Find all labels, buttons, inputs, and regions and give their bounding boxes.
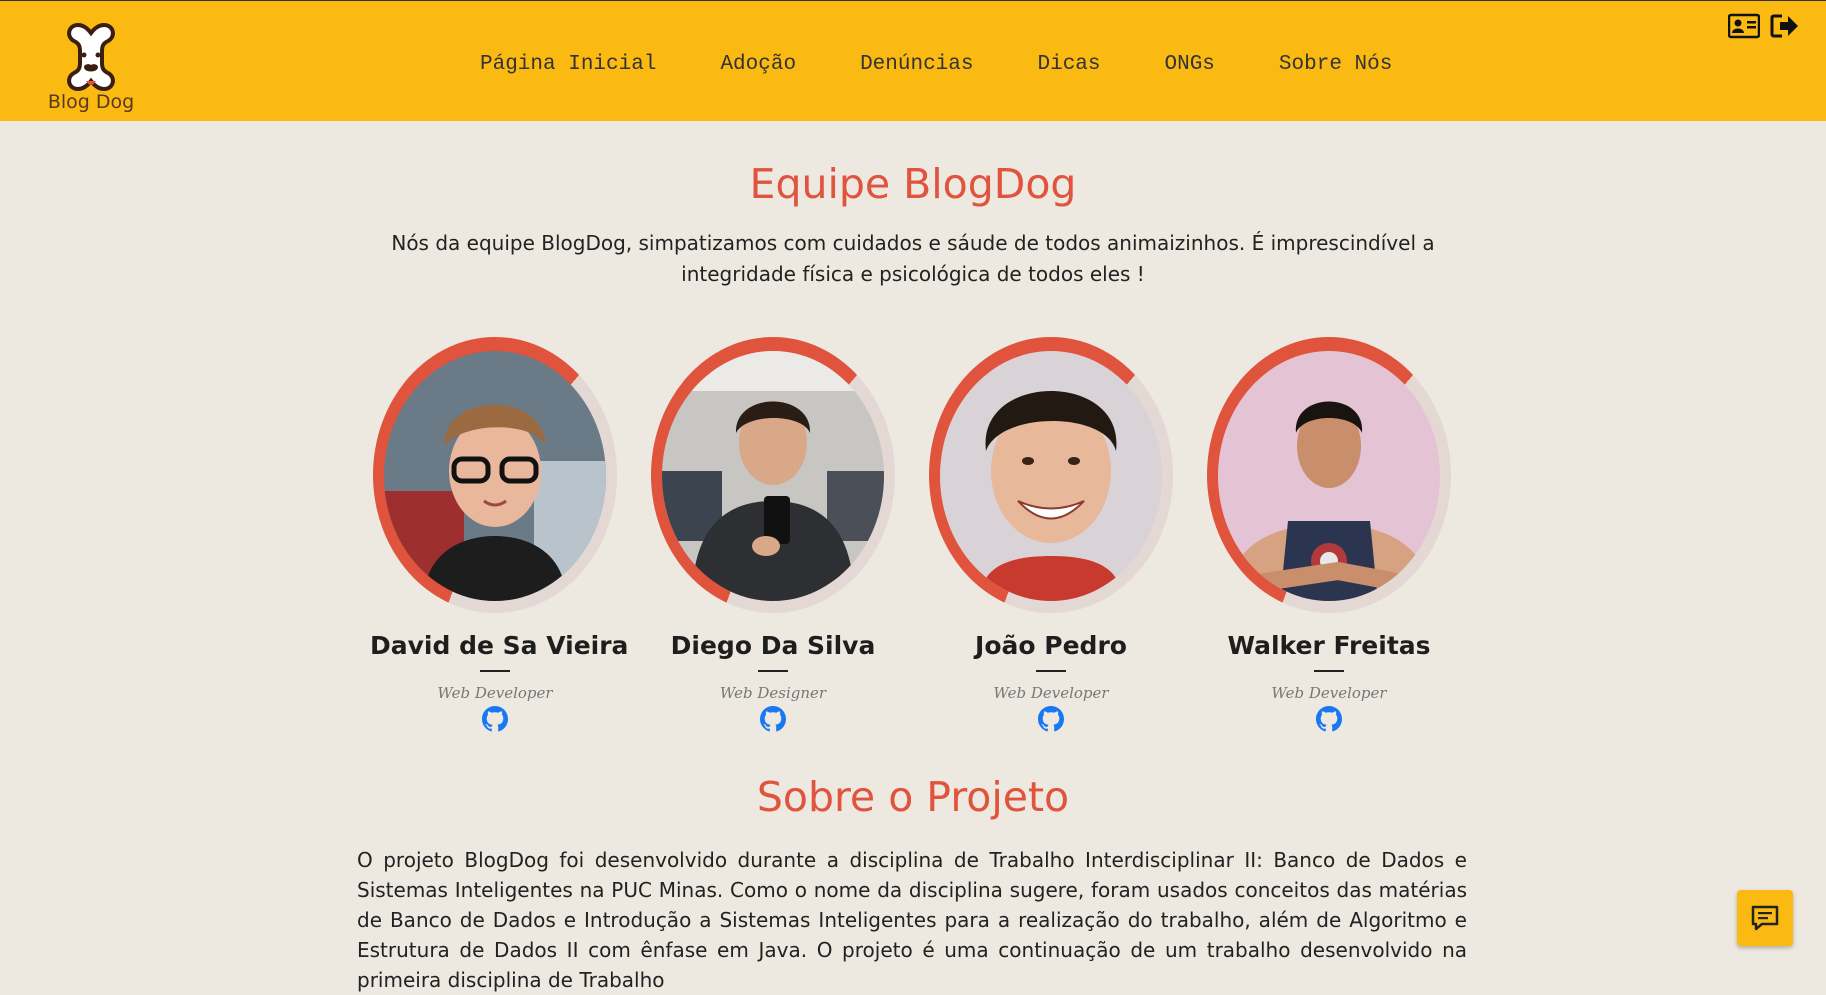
github-icon[interactable]	[1038, 706, 1064, 732]
name-divider	[1314, 670, 1344, 672]
nav-reports[interactable]: Denúncias	[860, 53, 973, 76]
member-role: Web Developer	[437, 684, 553, 702]
project-text: O projeto BlogDog foi desenvolvido duran…	[357, 848, 1467, 992]
member-name: João Pedro	[975, 631, 1127, 660]
member-photo	[384, 351, 606, 601]
header-actions	[1727, 13, 1802, 41]
member-photo	[940, 351, 1162, 601]
member-role: Web Designer	[719, 684, 827, 702]
team-member-card: Diego Da Silva Web Designer	[648, 337, 898, 732]
profile-card-icon[interactable]	[1727, 13, 1761, 41]
chat-button[interactable]	[1737, 890, 1793, 946]
nav-home[interactable]: Página Inicial	[480, 53, 656, 76]
main-nav: Página Inicial Adoção Denúncias Dicas ON…	[480, 53, 1456, 76]
member-name: David de Sa Vieira	[370, 631, 629, 660]
member-photo	[662, 351, 884, 601]
member-photo-frame	[1204, 337, 1454, 619]
logo-text: Blog Dog	[47, 91, 135, 113]
member-photo	[1218, 351, 1440, 601]
nav-about[interactable]: Sobre Nós	[1279, 53, 1392, 76]
member-role: Web Developer	[993, 684, 1109, 702]
github-icon[interactable]	[482, 706, 508, 732]
github-icon[interactable]	[1316, 706, 1342, 732]
logout-icon[interactable]	[1770, 13, 1802, 41]
nav-adoption[interactable]: Adoção	[720, 53, 796, 76]
team-list: David de Sa Vieira Web Developer Diego D…	[370, 337, 1460, 737]
site-header: Blog Dog Página Inicial Adoção Denúncias…	[0, 0, 1826, 121]
team-member-card: João Pedro Web Developer	[926, 337, 1176, 732]
chat-icon	[1751, 905, 1779, 931]
team-title: Equipe BlogDog	[749, 160, 1077, 208]
member-photo-frame	[370, 337, 620, 619]
team-member-card: Walker Freitas Web Developer	[1204, 337, 1454, 732]
github-icon[interactable]	[760, 706, 786, 732]
team-intro: Nós da equipe BlogDog, simpatizamos com …	[391, 231, 1435, 286]
member-role: Web Developer	[1271, 684, 1387, 702]
nav-tips[interactable]: Dicas	[1037, 53, 1100, 76]
project-title: Sobre o Projeto	[756, 773, 1070, 821]
nav-ngos[interactable]: ONGs	[1165, 53, 1215, 76]
name-divider	[480, 670, 510, 672]
bone-logo-icon	[67, 22, 115, 92]
team-member-card: David de Sa Vieira Web Developer	[370, 337, 629, 732]
name-divider	[1036, 670, 1066, 672]
member-photo-frame	[926, 337, 1176, 619]
member-name: Walker Freitas	[1227, 631, 1431, 660]
member-name: Diego Da Silva	[670, 631, 876, 660]
name-divider	[758, 670, 788, 672]
logo[interactable]: Blog Dog	[46, 21, 136, 121]
member-photo-frame	[648, 337, 898, 619]
